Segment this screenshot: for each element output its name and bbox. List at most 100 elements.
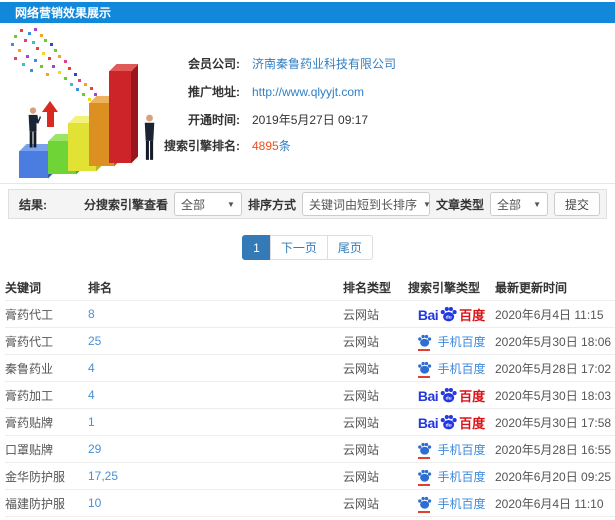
chevron-down-icon: ▼: [422, 199, 431, 209]
rank-link[interactable]: 4: [88, 388, 343, 402]
company-label: 会员公司:: [188, 57, 240, 71]
updated-time-cell: 2020年5月30日 18:03: [495, 388, 612, 403]
svg-text:du: du: [446, 396, 452, 402]
chevron-down-icon: ▼: [533, 199, 541, 209]
baidu-logo-cn: 百度: [459, 308, 486, 323]
baidu-logo-latin: Bai: [417, 388, 439, 404]
section-divider: [0, 183, 615, 184]
mobile-baidu-icon: [417, 334, 432, 351]
table-row: 膏药贴牌 1 云网站 Bai du 百度 2020年5月30日 17:58: [5, 408, 615, 435]
updated-time-cell: 2020年6月4日 11:10: [495, 496, 604, 511]
keyword-cell: 秦鲁药业: [5, 361, 54, 376]
title-bar: 网络营销效果展示: [0, 2, 615, 23]
mobile-baidu-icon: [417, 496, 432, 513]
promo-url-link[interactable]: http://www.qlyyjt.com: [252, 85, 364, 99]
page-1-button[interactable]: 1: [242, 235, 271, 260]
engine-type-cell: Bai du 百度: [408, 387, 495, 403]
table-body: 膏药代工 8 云网站 Bai du 百度 2020年6月4日 11:15 膏药代工 25 云网…: [5, 300, 615, 520]
updated-time-cell: 2020年5月28日 17:02: [495, 361, 612, 376]
engine-rank-value: 4895条: [252, 137, 291, 154]
promo-url-field: 推广地址: http://www.qlyyjt.com: [0, 83, 364, 100]
baidu-logo-latin: Bai: [417, 307, 439, 323]
table-row: [5, 516, 615, 520]
article-type-value: 全部: [496, 197, 521, 212]
mobile-baidu-label: 手机百度: [437, 469, 486, 484]
open-time-value: 2019年5月27日 09:17: [252, 113, 369, 127]
pagination: 1 下一页 尾页: [0, 235, 615, 260]
updated-time-cell: 2020年5月28日 16:55: [495, 442, 612, 457]
rank-link[interactable]: 17,25: [88, 469, 343, 483]
engine-type-cell: 手机百度: [408, 468, 495, 486]
table-row: 膏药加工 4 云网站 Bai du 百度 2020年5月30日 18:03: [5, 381, 615, 408]
mobile-baidu-logo: 手机百度: [417, 495, 486, 513]
rank-link[interactable]: 4: [88, 361, 343, 375]
rank-link[interactable]: 25: [88, 334, 343, 348]
baidu-logo: Bai du 百度: [418, 414, 485, 430]
rank-suffix: 条: [278, 139, 291, 153]
promo-url-label: 推广地址:: [188, 85, 240, 99]
rank-type-cell: 云网站: [343, 469, 380, 484]
sort-filter-select[interactable]: 关键词由短到长排序 ▼: [301, 192, 431, 216]
keyword-cell: 福建防护服: [5, 496, 66, 511]
mobile-baidu-label: 手机百度: [437, 496, 486, 511]
svg-text:du: du: [446, 315, 452, 321]
engine-type-cell: Bai du 百度: [408, 306, 495, 322]
engine-rank-label: 搜索引擎排名:: [164, 139, 240, 153]
mobile-baidu-icon: [417, 361, 432, 378]
page-title: 网络营销效果展示: [15, 6, 112, 20]
engine-type-cell: 手机百度: [408, 333, 495, 351]
keyword-cell: 膏药代工: [5, 307, 54, 322]
engine-type-cell: 手机百度: [408, 441, 495, 459]
next-page-button[interactable]: 下一页: [269, 235, 328, 260]
member-info-section: 会员公司: 济南秦鲁药业科技有限公司 推广地址: http://www.qlyy…: [0, 23, 615, 183]
mobile-baidu-logo: 手机百度: [417, 468, 486, 486]
mobile-baidu-label: 手机百度: [437, 442, 486, 457]
rank-type-cell: 云网站: [343, 361, 380, 376]
updated-time-cell: 2020年5月30日 18:06: [495, 334, 612, 349]
last-page-button[interactable]: 尾页: [326, 235, 373, 260]
baidu-paw-icon: [418, 361, 432, 374]
open-time-field: 开通时间: 2019年5月27日 09:17: [0, 111, 368, 128]
rank-link[interactable]: 8: [88, 307, 343, 321]
table-row: 口罩贴牌 29 云网站 手机百度 2020年5月28日 16:55: [5, 435, 615, 462]
keyword-cell: 膏药代工: [5, 334, 54, 349]
rank-link[interactable]: 10: [88, 496, 343, 510]
table-row: 膏药代工 8 云网站 Bai du 百度 2020年6月4日 11:15: [5, 300, 615, 327]
engine-type-cell: 手机百度: [408, 360, 495, 378]
rank-type-cell: 云网站: [343, 496, 380, 511]
submit-button[interactable]: 提交: [553, 192, 600, 216]
baidu-paw-icon: [418, 469, 432, 482]
col-header-keyword: 关键词: [5, 280, 42, 295]
baidu-logo: Bai du 百度: [418, 387, 485, 403]
rank-type-cell: 云网站: [343, 415, 380, 430]
engine-filter-select[interactable]: 全部 ▼: [173, 192, 242, 216]
chart-bar-blue: [19, 144, 55, 178]
article-type-select[interactable]: 全部 ▼: [489, 192, 548, 216]
rank-type-cell: 云网站: [343, 442, 380, 457]
mobile-baidu-logo: 手机百度: [417, 333, 486, 351]
company-link[interactable]: 济南秦鲁药业科技有限公司: [252, 55, 396, 72]
mobile-baidu-label: 手机百度: [437, 361, 486, 376]
open-time-label: 开通时间:: [188, 113, 240, 127]
mobile-baidu-label: 手机百度: [437, 334, 486, 349]
rank-count: 4895: [252, 139, 279, 153]
table-header-row: 关键词 排名 排名类型 搜索引擎类型 最新更新时间: [5, 274, 615, 300]
engine-type-cell: Bai du 百度: [408, 414, 495, 430]
baidu-logo-cn: 百度: [459, 416, 486, 431]
mobile-baidu-logo: 手机百度: [417, 360, 486, 378]
rank-link[interactable]: 1: [88, 415, 343, 429]
engine-filter-label: 分搜索引擎查看: [83, 197, 168, 212]
updated-time-cell: 2020年6月20日 09:25: [495, 469, 612, 484]
rank-link[interactable]: 29: [88, 442, 343, 456]
growth-chart-image: [6, 25, 174, 181]
svg-text:du: du: [446, 423, 452, 429]
results-table: 关键词 排名 排名类型 搜索引擎类型 最新更新时间 膏药代工 8 云网站 Bai du…: [5, 274, 615, 520]
table-row: 金华防护服 17,25 云网站 手机百度 2020年6月20日 09:25: [5, 462, 615, 489]
updated-time-cell: 2020年6月4日 11:15: [495, 307, 604, 322]
mobile-baidu-logo: 手机百度: [417, 441, 486, 459]
mobile-baidu-icon: [417, 442, 432, 459]
rank-type-cell: 云网站: [343, 307, 380, 322]
table-row: 福建防护服 10 云网站 手机百度 2020年6月4日 11:10: [5, 489, 615, 516]
keyword-cell: 口罩贴牌: [5, 442, 54, 457]
confetti-dots-decoration: [6, 25, 9, 28]
